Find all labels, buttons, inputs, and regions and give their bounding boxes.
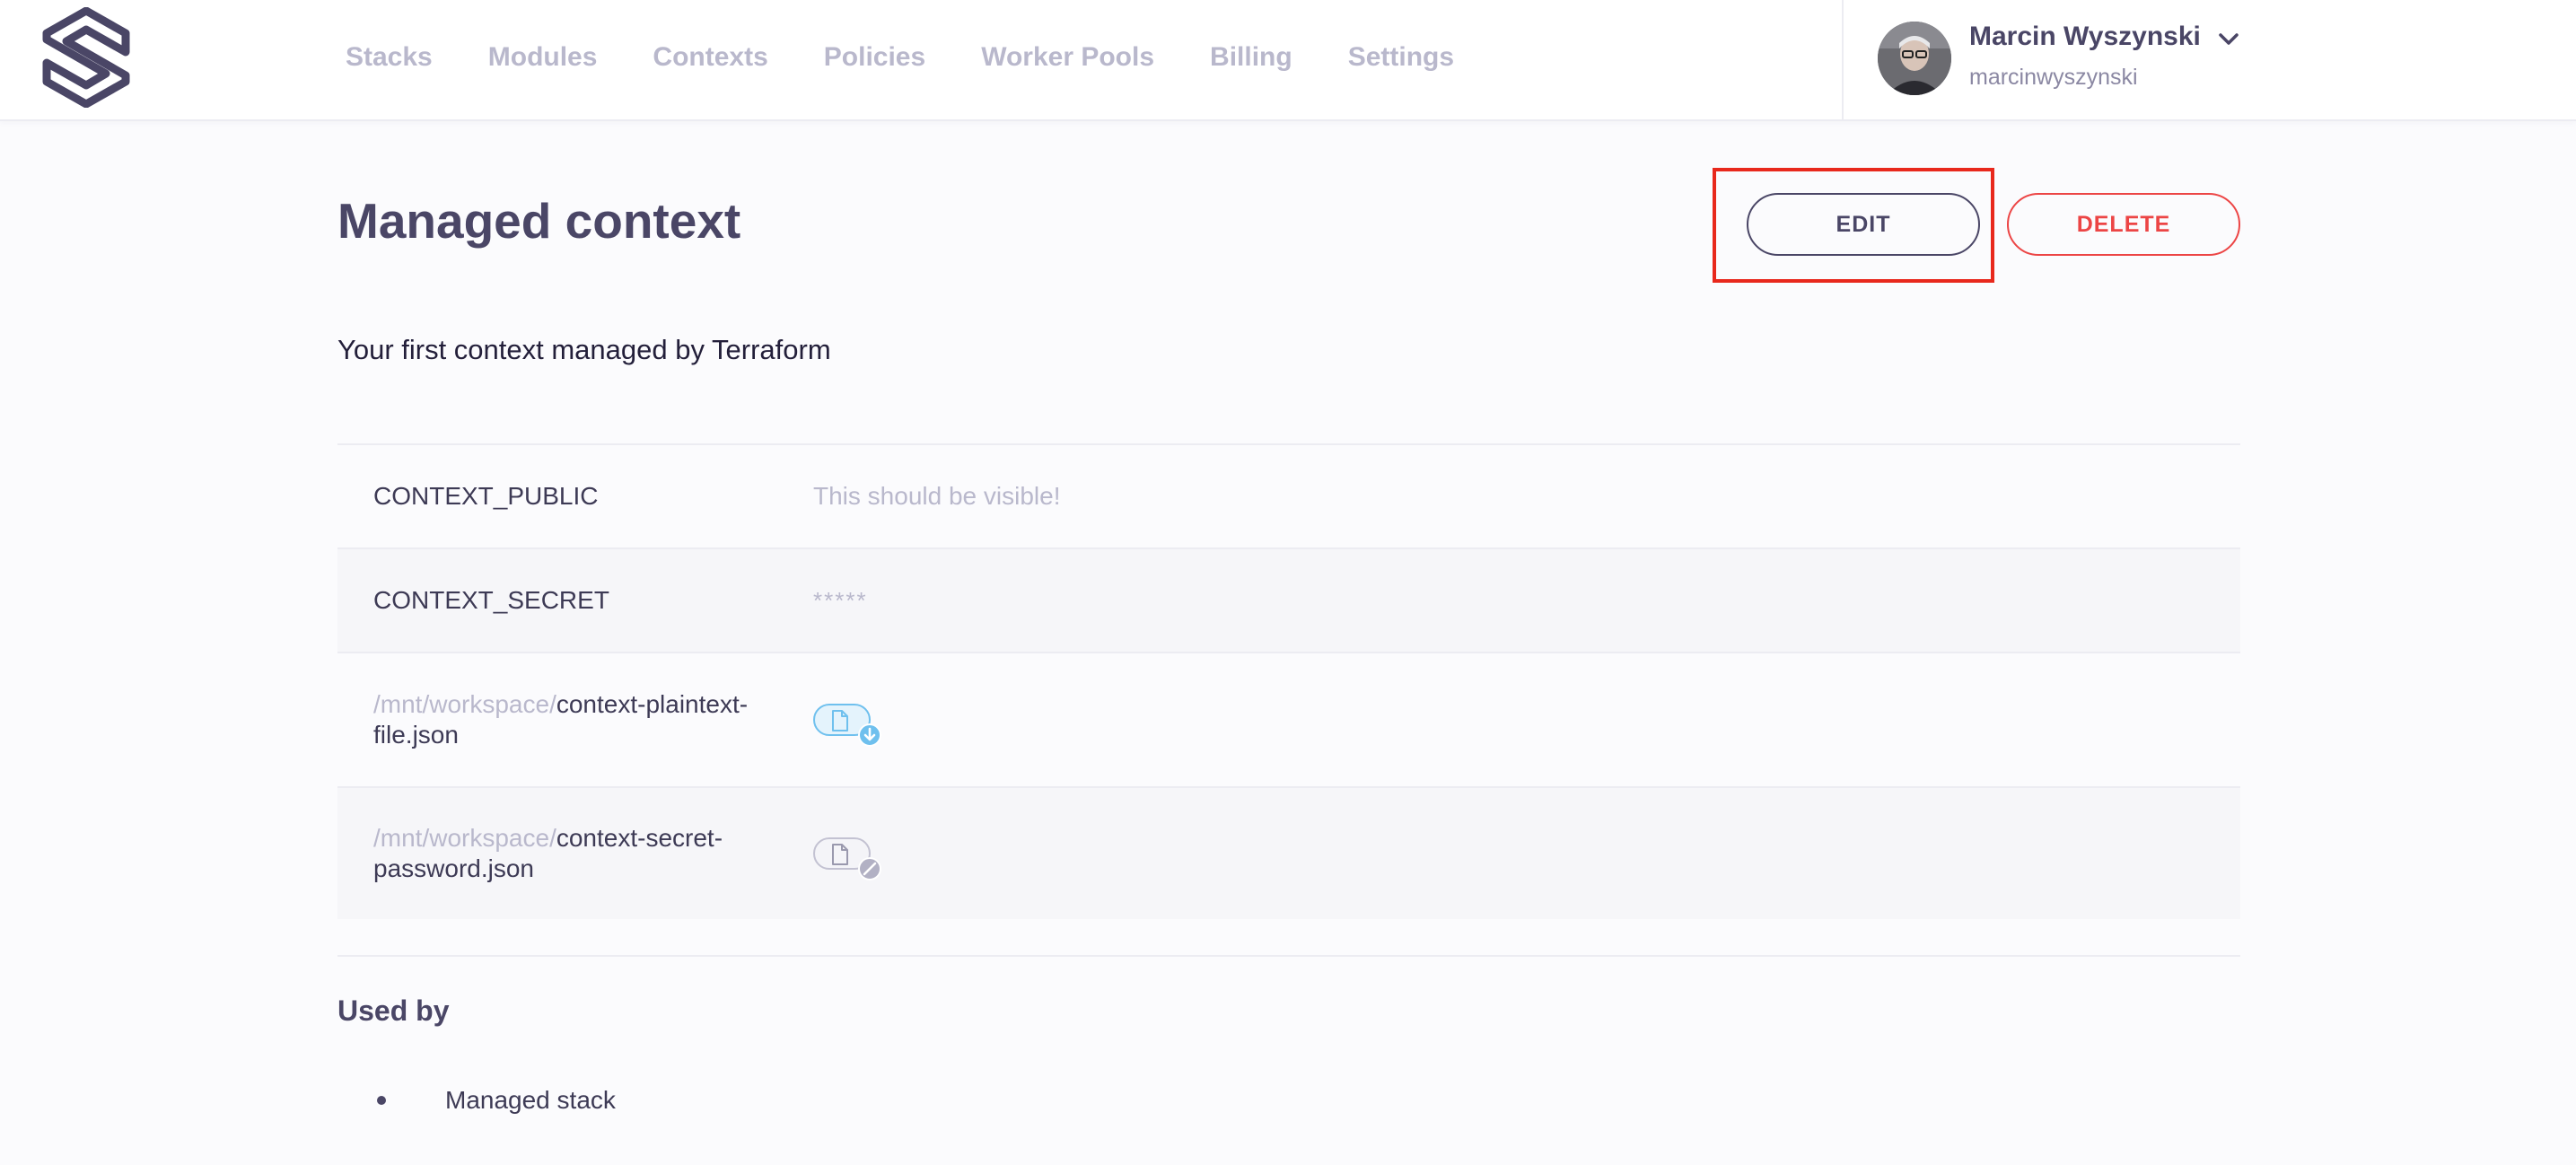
used-by-stack-link[interactable]: Managed stack bbox=[445, 1086, 616, 1115]
context-description: Your first context managed by Terraform bbox=[337, 334, 831, 365]
file-path-prefix: /mnt/workspace/ bbox=[373, 824, 556, 852]
page-title: Managed context bbox=[337, 193, 741, 249]
nav-item-contexts[interactable]: Contexts bbox=[653, 42, 767, 73]
profile-divider bbox=[1842, 0, 1844, 119]
table-row: CONTEXT_SECRET ***** bbox=[337, 547, 2240, 652]
nav-item-modules[interactable]: Modules bbox=[488, 42, 598, 73]
nav-item-settings[interactable]: Settings bbox=[1348, 42, 1454, 73]
user-avatar-image bbox=[1878, 22, 1951, 95]
secret-file-icon bbox=[813, 837, 881, 880]
file-path: /mnt/workspace/context-plaintext-file.js… bbox=[337, 689, 813, 750]
no-access-icon bbox=[858, 857, 881, 880]
document-icon bbox=[832, 710, 848, 731]
main-nav: Stacks Modules Contexts Policies Worker … bbox=[346, 0, 1454, 115]
bullet-icon bbox=[377, 1096, 386, 1105]
nav-item-policies[interactable]: Policies bbox=[824, 42, 925, 73]
variable-name: CONTEXT_PUBLIC bbox=[373, 482, 599, 510]
spacelift-logo[interactable] bbox=[39, 7, 133, 108]
edit-button[interactable]: EDIT bbox=[1747, 193, 1980, 256]
profile-handle: marcinwyszynski bbox=[1969, 65, 2138, 90]
nav-item-stacks[interactable]: Stacks bbox=[346, 42, 433, 73]
profile-name[interactable]: Marcin Wyszynski bbox=[1969, 22, 2201, 52]
section-divider bbox=[337, 955, 2240, 957]
download-file-icon[interactable] bbox=[813, 704, 881, 747]
used-by-heading: Used by bbox=[337, 994, 450, 1027]
document-icon bbox=[832, 844, 848, 865]
top-navigation-bar: Stacks Modules Contexts Policies Worker … bbox=[0, 0, 2576, 121]
list-item[interactable]: Managed stack bbox=[377, 1086, 616, 1115]
table-row: /mnt/workspace/context-plaintext-file.js… bbox=[337, 652, 2240, 786]
nav-item-worker-pools[interactable]: Worker Pools bbox=[981, 42, 1154, 73]
file-path: /mnt/workspace/context-secret-password.j… bbox=[337, 823, 813, 884]
variable-value: This should be visible! bbox=[813, 482, 1061, 510]
context-elements-table: CONTEXT_PUBLIC This should be visible! C… bbox=[337, 443, 2240, 919]
download-arrow-icon bbox=[858, 723, 881, 747]
nav-item-billing[interactable]: Billing bbox=[1210, 42, 1292, 73]
table-row: /mnt/workspace/context-secret-password.j… bbox=[337, 786, 2240, 919]
chevron-down-icon[interactable] bbox=[2217, 27, 2240, 50]
table-row: CONTEXT_PUBLIC This should be visible! bbox=[337, 443, 2240, 547]
avatar[interactable] bbox=[1878, 22, 1951, 95]
delete-button[interactable]: DELETE bbox=[2007, 193, 2240, 256]
variable-name: CONTEXT_SECRET bbox=[373, 586, 609, 614]
file-path-prefix: /mnt/workspace/ bbox=[373, 690, 556, 718]
variable-value-masked: ***** bbox=[813, 586, 868, 614]
